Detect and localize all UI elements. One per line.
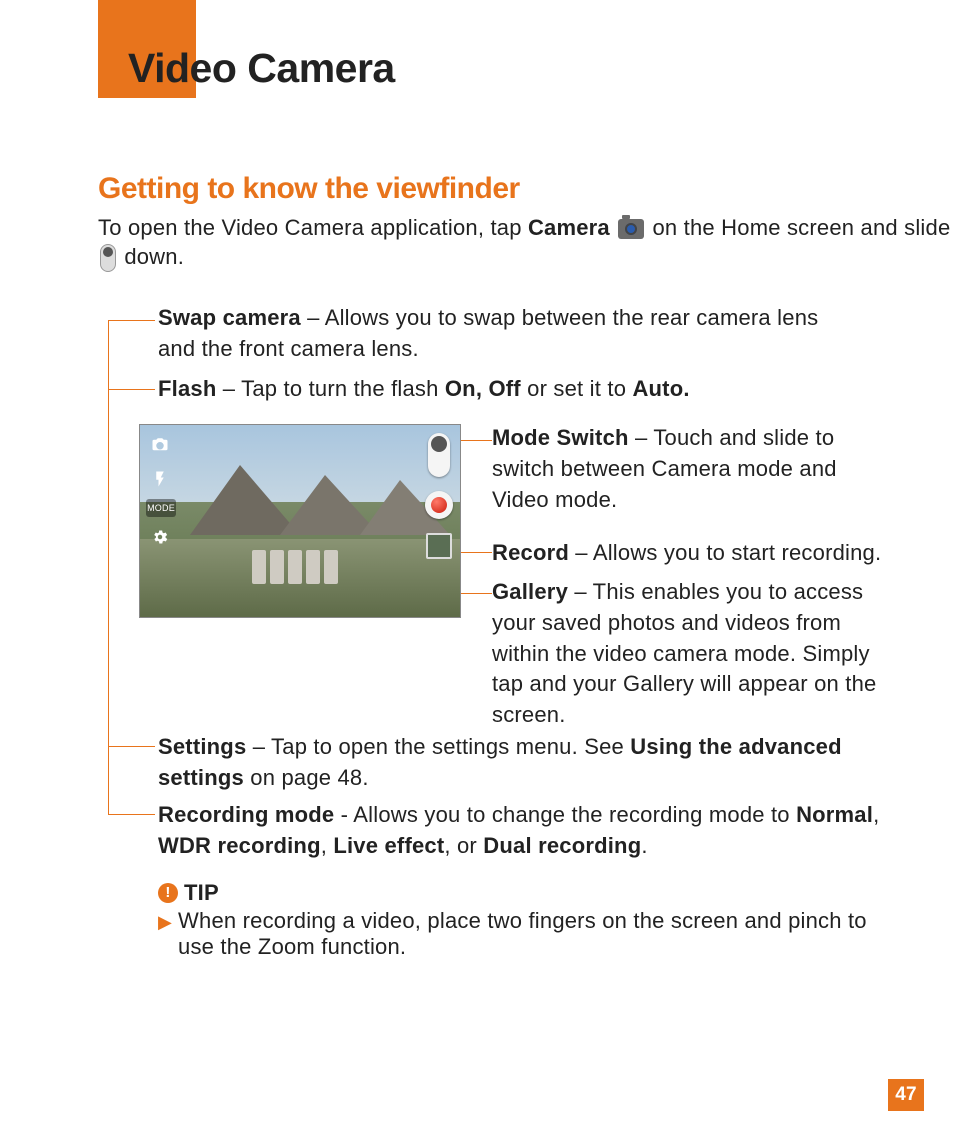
- swap-label: Swap camera: [158, 305, 301, 330]
- callout-line: [108, 814, 155, 815]
- mountains-graphic: [180, 445, 460, 535]
- recmode-t1: - Allows you to change the recording mod…: [334, 802, 796, 827]
- right-icon-rail: [424, 433, 454, 559]
- callout-settings: Settings – Tap to open the settings menu…: [158, 732, 898, 794]
- gallery-label: Gallery: [492, 579, 568, 604]
- recmode-t4: , or: [444, 833, 483, 858]
- slider-icon: [100, 244, 116, 272]
- camera-icon: [618, 219, 644, 239]
- recmode-label: Recording mode: [158, 802, 334, 827]
- page-title: Video Camera: [128, 45, 395, 92]
- exclamation-icon: !: [158, 883, 178, 903]
- callout-line: [108, 389, 155, 390]
- callout-mode-switch: Mode Switch – Touch and slide to switch …: [492, 423, 897, 515]
- record-text: – Allows you to start recording.: [569, 540, 881, 565]
- gallery-thumbnail[interactable]: [426, 533, 452, 559]
- callout-line: [108, 746, 155, 747]
- intro-text-pre: To open the Video Camera application, ta…: [98, 215, 528, 240]
- callout-swap-camera: Swap camera – Allows you to swap between…: [158, 303, 858, 365]
- record-label: Record: [492, 540, 569, 565]
- settings-t1: – Tap to open the settings menu. See: [246, 734, 630, 759]
- intro-paragraph: To open the Video Camera application, ta…: [98, 214, 954, 272]
- callout-line: [459, 593, 492, 594]
- callout-line: [108, 320, 109, 814]
- settings-t2: on page 48.: [244, 765, 369, 790]
- flash-icon[interactable]: [146, 465, 174, 493]
- recmode-b4: Dual recording: [483, 833, 641, 858]
- section-heading: Getting to know the viewfinder: [98, 172, 520, 206]
- camera-label: Camera: [528, 215, 610, 240]
- recmode-b3: Live effect: [333, 833, 444, 858]
- intro-text-mid: on the Home screen and slide: [653, 215, 951, 240]
- callout-recording-mode: Recording mode - Allows you to change th…: [158, 800, 898, 862]
- callout-line: [459, 440, 492, 441]
- recmode-b2: WDR recording: [158, 833, 321, 858]
- tip-text: When recording a video, place two finger…: [178, 908, 898, 960]
- modeswitch-label: Mode Switch: [492, 425, 629, 450]
- callout-flash: Flash – Tap to turn the flash On, Off or…: [158, 374, 898, 405]
- recmode-t2: ,: [873, 802, 879, 827]
- swap-camera-icon[interactable]: [146, 431, 174, 459]
- ground-graphic: [140, 539, 460, 617]
- recmode-b1: Normal: [796, 802, 873, 827]
- flash-label: Flash: [158, 376, 216, 401]
- callout-line: [108, 320, 155, 321]
- arrow-right-icon: ▶: [158, 912, 172, 960]
- left-icon-rail: MODE: [146, 431, 178, 557]
- flash-b2: Auto.: [632, 376, 689, 401]
- viewfinder-screenshot: MODE: [139, 424, 461, 618]
- settings-label: Settings: [158, 734, 246, 759]
- callout-record: Record – Allows you to start recording.: [492, 538, 897, 569]
- recmode-t5: .: [641, 833, 647, 858]
- flash-b1: On, Off: [445, 376, 521, 401]
- callout-gallery: Gallery – This enables you to access you…: [492, 577, 897, 731]
- callout-line: [459, 552, 492, 553]
- mode-icon[interactable]: MODE: [146, 499, 176, 517]
- tip-heading: TIP: [184, 880, 219, 906]
- flash-t2: or set it to: [521, 376, 633, 401]
- flash-t1: – Tap to turn the flash: [216, 376, 444, 401]
- recmode-t3: ,: [321, 833, 334, 858]
- record-button[interactable]: [425, 491, 453, 519]
- settings-gear-icon[interactable]: [146, 523, 174, 551]
- mode-switch-toggle[interactable]: [428, 433, 450, 477]
- tip-block: ! TIP ▶ When recording a video, place tw…: [158, 880, 898, 960]
- intro-text-post: down.: [124, 244, 184, 269]
- page-number: 47: [888, 1079, 924, 1111]
